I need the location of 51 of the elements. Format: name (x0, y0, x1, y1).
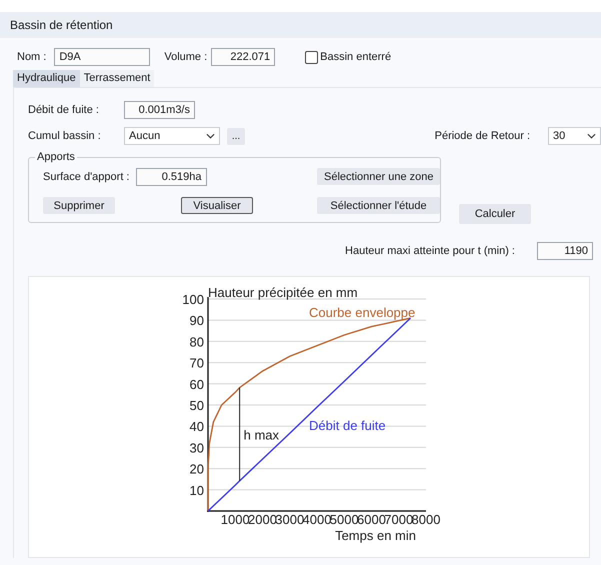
field-label: Hauteur maxi atteinte pour t (min) : (345, 245, 515, 257)
field-label: Cumul bassin : (28, 130, 102, 142)
result-field[interactable]: 1190 (537, 242, 593, 260)
tick-label: 80 (190, 334, 204, 350)
button[interactable]: Sélectionner une zone (317, 168, 440, 185)
caret-icon (587, 133, 596, 139)
series-label: Courbe enveloppe (309, 305, 416, 320)
tick-label: 8000 (412, 512, 440, 527)
volume-field[interactable]: 222.071 (211, 48, 276, 66)
field-label: Période de Retour : (434, 130, 530, 142)
tick-label: 6000 (357, 512, 386, 527)
dropdown[interactable]: 30 (548, 127, 601, 145)
tick-label: 30 (190, 440, 204, 456)
window-title: Bassin de rétention (0, 12, 601, 38)
tick-label: 10 (190, 482, 204, 498)
tick-label: 50 (190, 398, 204, 413)
annotation-label: h max (244, 427, 280, 442)
button[interactable]: Supprimer (43, 197, 115, 214)
field-label: Nom : (17, 51, 46, 63)
checkbox-label: Bassin enterré (320, 51, 392, 63)
field-label: Volume : (164, 51, 208, 63)
tab[interactable]: Terrassement (80, 70, 154, 87)
more-button[interactable]: ... (227, 128, 245, 144)
field-label: Débit de fuite : (28, 104, 100, 116)
tick-label: 7000 (384, 512, 414, 527)
tick-label: 60 (190, 376, 204, 392)
flow-field[interactable]: 0.001m3/s (124, 101, 195, 119)
tick-label: 90 (190, 313, 204, 328)
tick-label: 4000 (302, 512, 332, 527)
tick-label: 100 (182, 292, 204, 307)
dropdown[interactable]: Aucun (124, 127, 220, 145)
tick-label: 20 (190, 462, 204, 477)
button[interactable]: Visualiser (181, 197, 253, 214)
tick-label: 1000 (220, 512, 250, 527)
group-title: Apports (35, 151, 77, 163)
tick-label: 40 (190, 419, 204, 434)
caret-icon (206, 133, 215, 139)
series-label: Débit de fuite (309, 418, 386, 433)
tick-label: 5000 (330, 512, 359, 527)
field-label: Surface d'apport : (43, 170, 130, 182)
tick-label: 2000 (248, 512, 277, 527)
button[interactable]: Sélectionner l'étude (317, 197, 440, 214)
calculate-button[interactable]: Calculer (459, 204, 531, 224)
tab[interactable]: Hydraulique (13, 70, 80, 87)
name-field[interactable]: D9A (54, 48, 150, 66)
checkbox[interactable] (305, 50, 318, 64)
tick-label: 70 (190, 356, 204, 371)
axis-title: Temps en min (335, 528, 416, 543)
tick-label: 3000 (275, 512, 304, 527)
axis-title: Hauteur précipitée en mm (208, 285, 358, 300)
area-field[interactable]: 0.519ha (136, 168, 206, 186)
